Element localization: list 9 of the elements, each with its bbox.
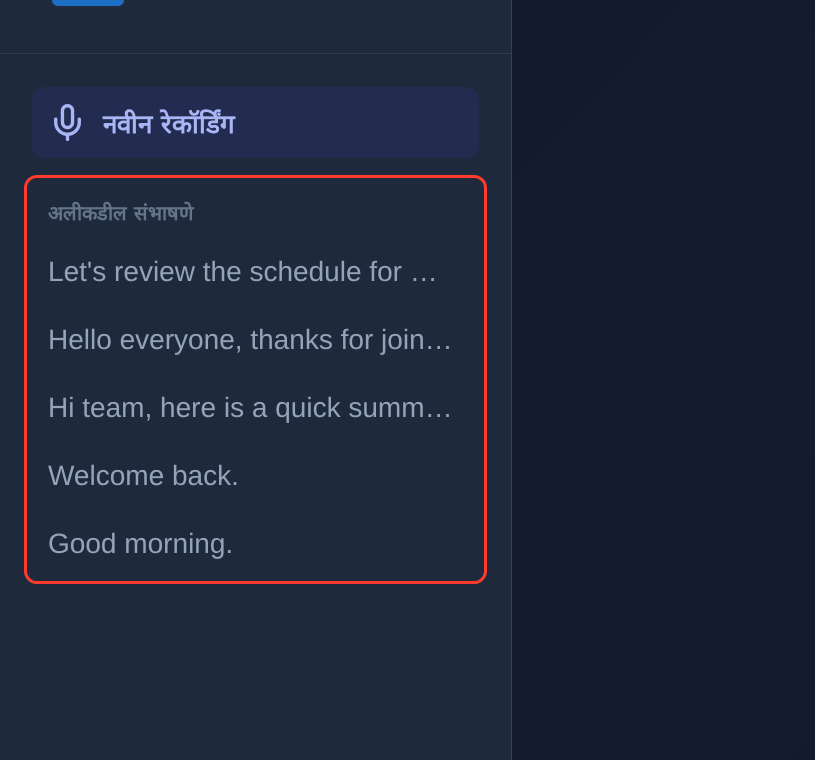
conversation-item[interactable]: Hello everyone, thanks for join… (48, 306, 463, 374)
conversation-item[interactable]: Welcome back. (48, 442, 463, 510)
new-recording-button[interactable]: नवीन रेकॉर्डिंग (32, 87, 479, 158)
section-heading: अलीकडील संभाषणे (48, 200, 193, 227)
conversation-item[interactable]: Good morning. (48, 510, 463, 578)
microphone-icon (54, 104, 81, 141)
tile-edge (52, 0, 124, 6)
conversation-item[interactable]: Let's review the schedule for … (48, 238, 463, 306)
conversation-item[interactable]: Hi team, here is a quick summ… (48, 374, 463, 442)
